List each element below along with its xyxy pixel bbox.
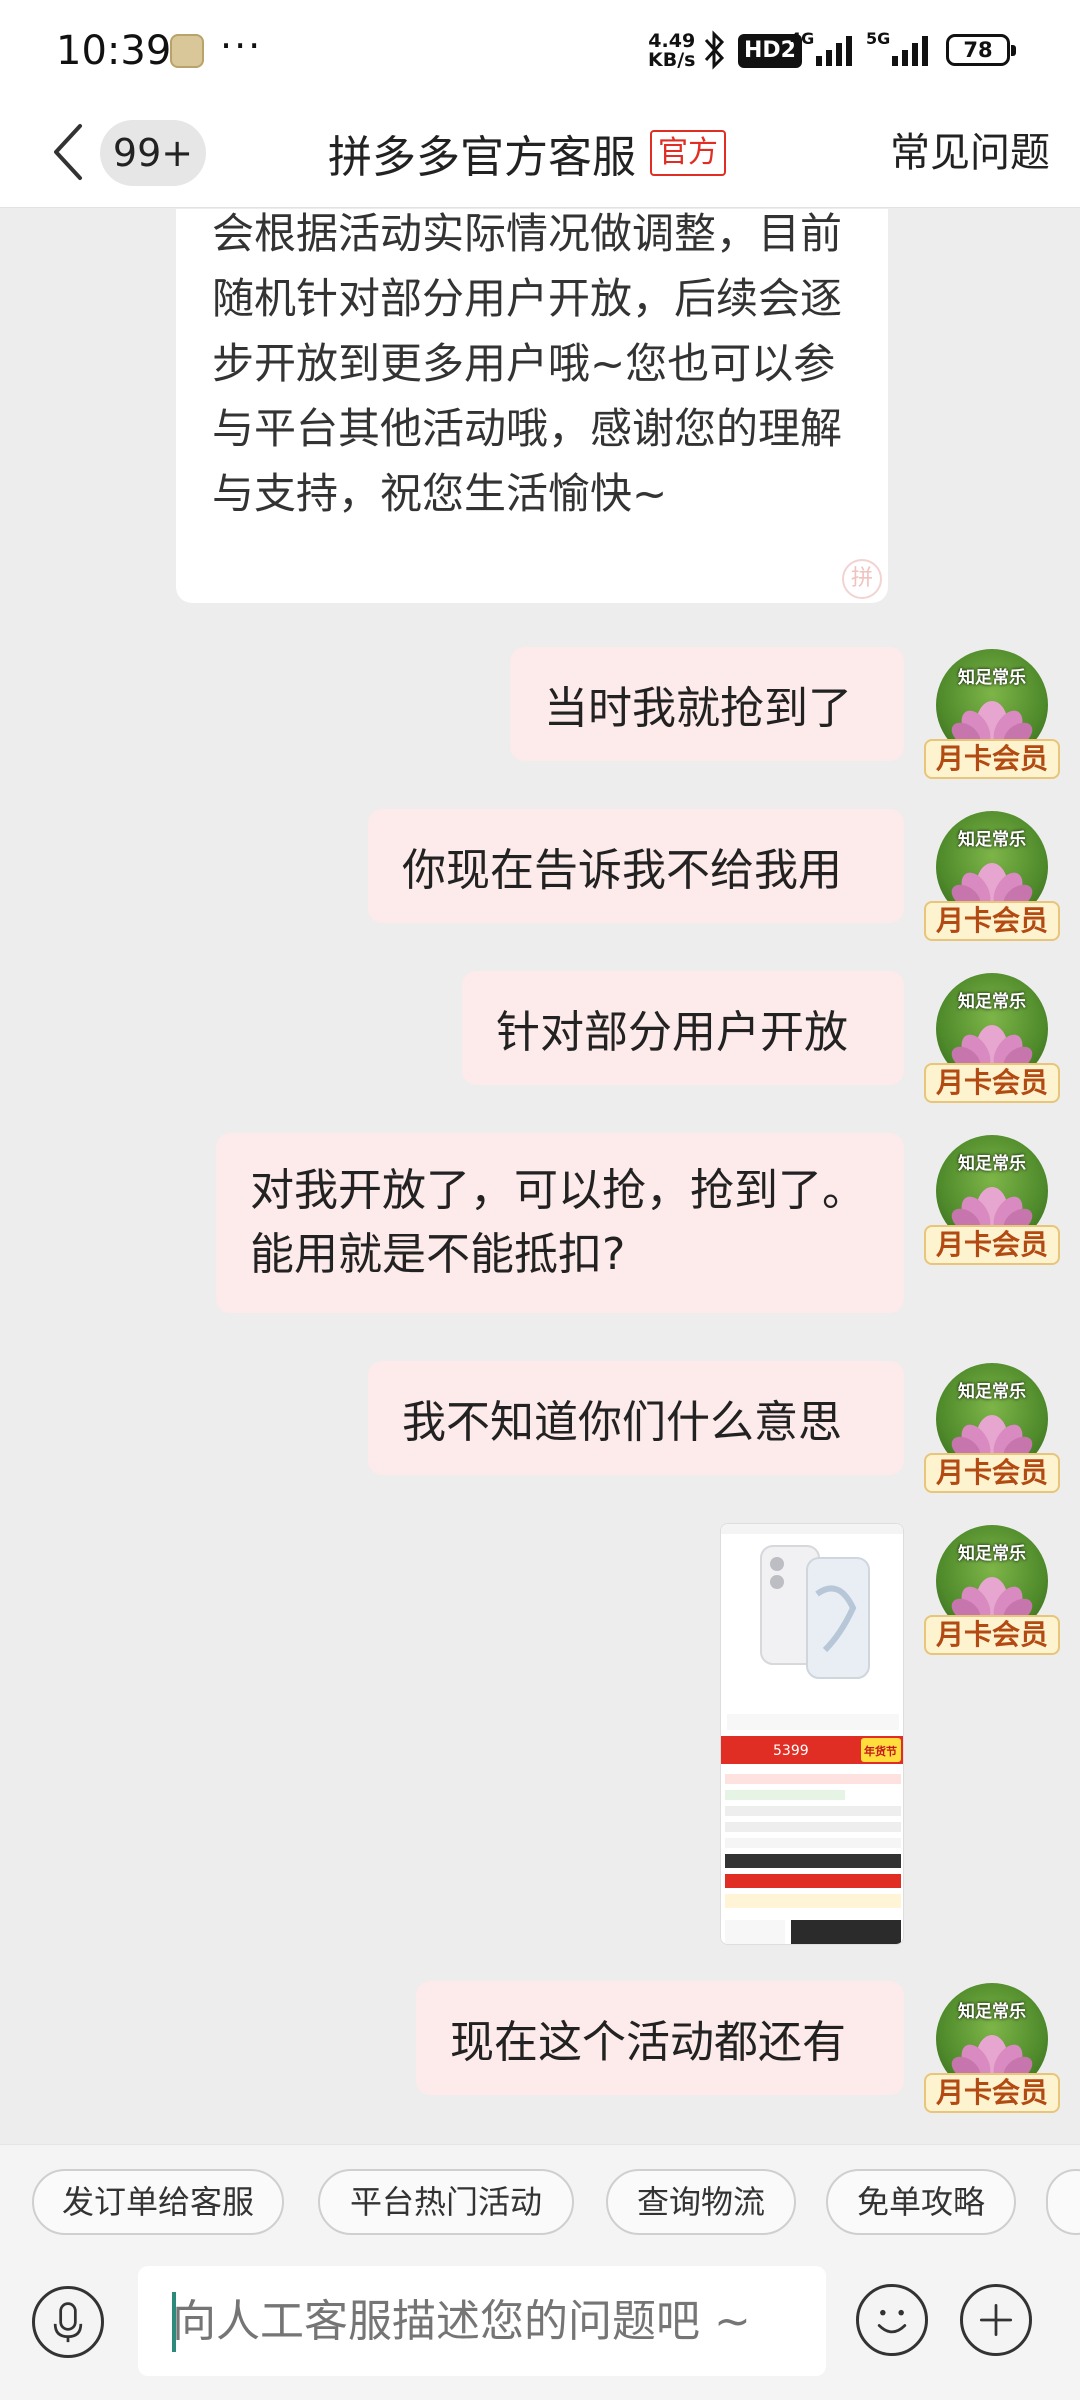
faq-link[interactable]: 常见问题: [890, 120, 1050, 186]
more-notifications-icon: ···: [220, 24, 263, 68]
member-badge: 月卡会员: [924, 1225, 1060, 1265]
quick-reply-send-order[interactable]: 发订单给客服: [32, 2169, 284, 2235]
outgoing-message-bubble: 你现在告诉我不给我用: [368, 809, 904, 923]
user-avatar-group[interactable]: 知足常乐 月卡会员: [924, 1363, 1060, 1493]
unread-count-badge[interactable]: 99+: [100, 120, 206, 186]
quick-reply-logistics[interactable]: 查询物流: [606, 2169, 796, 2235]
message-text: 对我开放了，可以抢，抢到了。能用就是不能抵扣?: [250, 1165, 866, 1280]
page-title: 拼多多官方客服: [328, 132, 636, 183]
message-text: 现在这个活动都还有: [450, 2017, 846, 2068]
avatar-text: 知足常乐: [958, 830, 1026, 850]
quick-reply-bar: 发订单给客服 平台热门活动 查询物流 免单攻略: [0, 2144, 1080, 2256]
user-avatar-group[interactable]: 知足常乐 月卡会员: [924, 649, 1060, 779]
avatar-text: 知足常乐: [958, 668, 1026, 688]
member-badge: 月卡会员: [924, 1453, 1060, 1493]
user-avatar-group[interactable]: 知足常乐 月卡会员: [924, 811, 1060, 941]
status-time: 10:39: [56, 28, 172, 74]
outgoing-message-bubble: 对我开放了，可以抢，抢到了。能用就是不能抵扣?: [216, 1133, 904, 1313]
message-text: 针对部分用户开放: [496, 1007, 848, 1058]
shot-festival: 年货节: [864, 1744, 897, 1758]
avatar-text: 知足常乐: [958, 1544, 1026, 1564]
chat-header: 99+ 拼多多官方客服 官方 常见问题: [0, 100, 1080, 208]
signal-5g-label: 5G: [866, 30, 890, 48]
outgoing-message-bubble: 我不知道你们什么意思: [368, 1361, 904, 1475]
message-input[interactable]: [138, 2266, 826, 2376]
outgoing-message-bubble: 针对部分用户开放: [462, 971, 904, 1085]
status-bar: 10:39 ··· 4.49 KB/s HD2 4G 5G 78: [0, 0, 1080, 100]
product-screenshot-thumbnail: 5399 年货节: [721, 1524, 903, 1944]
shot-price: 5399: [773, 1743, 809, 1759]
message-text: 当时我就抢到了: [544, 683, 852, 734]
user-avatar-group[interactable]: 知足常乐 月卡会员: [924, 973, 1060, 1103]
signal-4g-label: 4G: [790, 30, 814, 48]
avatar-text: 知足常乐: [958, 992, 1026, 1012]
signal-4g-icon: 4G: [790, 30, 852, 66]
avatar-text: 知足常乐: [958, 1382, 1026, 1402]
member-badge: 月卡会员: [924, 901, 1060, 941]
back-arrow-icon[interactable]: [40, 112, 100, 192]
incoming-message-text: 会根据活动实际情况做调整，目前随机针对部分用户开放，后续会逐步开放到更多用户哦~…: [212, 209, 843, 518]
incoming-message-bubble: 会根据活动实际情况做调整，目前随机针对部分用户开放，后续会逐步开放到更多用户哦~…: [176, 209, 888, 603]
outgoing-message-bubble: 现在这个活动都还有: [416, 1981, 904, 2095]
signal-5g-icon: 5G: [866, 30, 928, 66]
text-cursor: [172, 2292, 176, 2352]
member-badge: 月卡会员: [924, 1615, 1060, 1655]
pdd-watermark-icon: 拼: [842, 559, 882, 599]
outgoing-message-bubble: 当时我就抢到了: [510, 647, 904, 761]
app-notification-icon: [170, 34, 204, 68]
member-badge: 月卡会员: [924, 1063, 1060, 1103]
official-badge: 官方: [650, 130, 726, 176]
user-avatar-group[interactable]: 知足常乐 月卡会员: [924, 1525, 1060, 1655]
microphone-icon[interactable]: [32, 2286, 104, 2358]
plus-icon[interactable]: [960, 2284, 1032, 2356]
screenshot-image-message[interactable]: 5399 年货节: [720, 1523, 904, 1945]
chat-messages[interactable]: 会根据活动实际情况做调整，目前随机针对部分用户开放，后续会逐步开放到更多用户哦~…: [0, 209, 1080, 2144]
user-avatar-group[interactable]: 知足常乐 月卡会员: [924, 1983, 1060, 2113]
avatar-text: 知足常乐: [958, 1154, 1026, 1174]
member-badge: 月卡会员: [924, 2073, 1060, 2113]
network-speed: 4.49 KB/s: [648, 32, 695, 70]
header-title-group: 拼多多官方客服 官方: [328, 120, 726, 186]
battery-icon: 78: [946, 34, 1016, 66]
avatar-text: 知足常乐: [958, 2002, 1026, 2022]
user-avatar-group[interactable]: 知足常乐 月卡会员: [924, 1135, 1060, 1265]
member-badge: 月卡会员: [924, 739, 1060, 779]
emoji-icon[interactable]: [856, 2284, 928, 2356]
quick-reply-more[interactable]: [1046, 2169, 1080, 2235]
message-input-bar: [0, 2256, 1080, 2400]
network-speed-unit: KB/s: [648, 49, 696, 71]
quick-reply-hot-activities[interactable]: 平台热门活动: [318, 2169, 574, 2235]
bluetooth-icon: [704, 30, 725, 70]
message-text: 你现在告诉我不给我用: [402, 845, 842, 896]
quick-reply-free-order-guide[interactable]: 免单攻略: [826, 2169, 1016, 2235]
message-text: 我不知道你们什么意思: [402, 1397, 842, 1448]
